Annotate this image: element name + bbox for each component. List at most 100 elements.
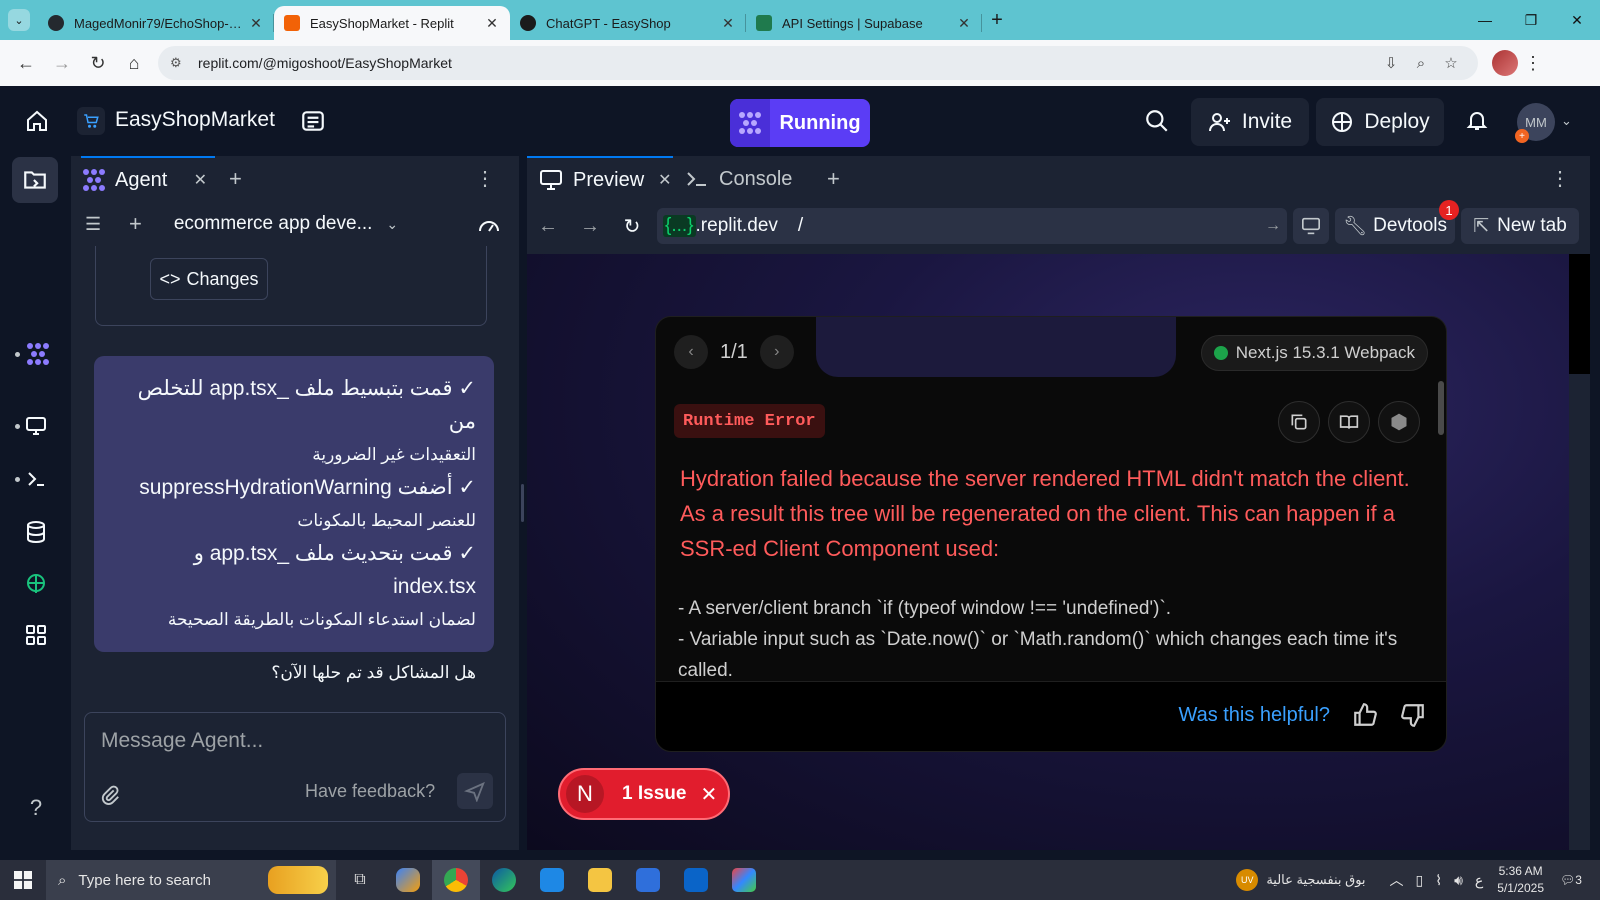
scrollbar-thumb[interactable] [1569,254,1590,374]
close-icon[interactable]: ✕ [700,782,717,807]
panel-resize-handle[interactable] [521,484,524,522]
docs-book-icon[interactable] [1328,401,1370,443]
m365-icon[interactable] [720,860,768,900]
new-thread-button[interactable]: + [129,211,142,237]
devtools-button[interactable]: 🔧︎ Devtools 1 [1335,200,1459,244]
chevron-right-icon[interactable]: › [759,335,794,369]
close-window-icon[interactable]: ✕ [1554,0,1600,40]
shell-icon[interactable] [20,463,52,495]
forward-icon[interactable]: → [569,215,611,238]
chevron-down-icon[interactable]: ⌄ [386,216,398,233]
address-bar[interactable]: ⚙ replit.com/@migoshoot/EasyShopMarket ⇩… [158,46,1478,80]
device-icon[interactable]: ▯ [1416,872,1424,889]
new-tab-button[interactable]: + [982,9,1012,32]
thread-list-icon[interactable]: ☰ [85,214,107,235]
ime-indicator[interactable]: ع [1475,872,1483,889]
close-icon[interactable]: ✕ [956,15,972,32]
store-icon[interactable] [624,860,672,900]
notifications-icon[interactable]: 💬︎3 [1560,873,1590,887]
thumbs-up-icon[interactable] [1352,702,1378,728]
install-app-icon[interactable]: ⇩ [1376,54,1406,72]
copilot-icon[interactable] [384,860,432,900]
volume-icon[interactable]: 🔊︎ [1454,872,1463,889]
thumbs-down-icon[interactable] [1400,702,1426,728]
browser-tab-chatgpt[interactable]: ChatGPT - EasyShop ✕ [510,6,746,40]
chevron-up-icon[interactable]: ︿ [1390,870,1404,890]
browser-tab-replit[interactable]: EasyShopMarket - Replit ✕ [274,6,510,40]
close-icon[interactable]: ✕ [720,15,736,32]
home-icon[interactable] [22,106,52,136]
nodejs-icon[interactable] [1378,401,1420,443]
clock[interactable]: 5:36 AM 5/1/2025 [1497,863,1544,897]
tab-search-button[interactable]: ⌄ [0,0,38,40]
nextjs-version-badge[interactable]: Next.js 15.3.1 Webpack [1200,335,1428,371]
paperclip-icon[interactable] [99,783,121,807]
project-name[interactable]: EasyShopMarket [115,108,275,132]
files-icon[interactable] [12,157,58,203]
edge-icon[interactable] [480,860,528,900]
forward-icon[interactable]: → [44,45,80,81]
open-new-tab-button[interactable]: ⇱ New tab [1461,208,1579,244]
message-input[interactable]: Message Agent... [101,729,263,753]
bell-icon[interactable] [1465,108,1491,134]
thread-title[interactable]: ecommerce app deve... [174,213,373,235]
deploy-button[interactable]: Deploy [1316,98,1444,146]
overlay-scrollbar[interactable] [1438,381,1444,435]
help-icon[interactable]: ? [20,792,52,824]
add-tab-button[interactable]: + [229,166,242,192]
chevron-down-icon[interactable]: ⌄ [1561,113,1572,129]
back-icon[interactable]: ← [527,215,569,238]
weather-text[interactable]: بوق بنفسجية عالية [1266,872,1365,888]
browser-menu-icon[interactable]: ⋮ [1518,53,1548,74]
minimize-icon[interactable]: — [1462,0,1508,40]
search-icon[interactable] [1144,108,1172,136]
message-composer[interactable]: Message Agent... Have feedback? [84,712,506,822]
browser-tab-github[interactable]: MagedMonir79/EchoShop-eg: I ✕ [38,6,274,40]
taskbar-search[interactable]: ⌕ Type here to search [46,860,336,900]
close-icon[interactable]: ✕ [484,15,500,32]
preview-rail-icon[interactable] [20,410,52,442]
close-icon[interactable]: ✕ [248,15,264,32]
tab-console[interactable]: Console [673,156,813,202]
gauge-icon[interactable] [477,213,501,235]
vscode-icon[interactable] [528,860,576,900]
tab-agent[interactable]: Agent ✕ [81,156,215,202]
go-arrow-icon[interactable]: → [1265,217,1281,235]
close-icon[interactable]: ✕ [658,170,671,190]
zoom-icon[interactable]: ⌕ [1406,55,1436,72]
reload-icon[interactable]: ↻ [80,45,116,81]
add-tab-button[interactable]: + [827,166,840,192]
user-avatar[interactable]: MM + [1515,103,1555,143]
run-button[interactable]: Running [730,99,870,147]
outlook-icon[interactable] [672,860,720,900]
task-view-icon[interactable]: ⧉ [336,860,384,900]
chevron-left-icon[interactable]: ‹ [674,335,708,369]
copy-icon[interactable] [1278,401,1320,443]
home-icon[interactable]: ⌂ [116,45,152,81]
back-icon[interactable]: ← [8,45,44,81]
site-info-icon[interactable]: ⚙ [170,55,188,71]
agent-rail-icon[interactable] [22,338,54,370]
invite-button[interactable]: Invite [1191,98,1309,146]
tab-preview[interactable]: Preview ✕ [527,156,673,202]
agent-chat-log[interactable]: <> Changes ✓ قمت بتبسيط ملف _app.tsx للت… [71,246,519,706]
browser-tab-supabase[interactable]: API Settings | Supabase ✕ [746,6,982,40]
preview-url-bar[interactable]: {...} .replit.dev / → [657,208,1287,244]
send-button[interactable] [457,773,493,809]
weather-uv-icon[interactable]: UV [1236,869,1259,891]
wifi-icon[interactable]: ⌇ [1435,872,1442,889]
project-menu-icon[interactable] [300,108,326,134]
changes-button[interactable]: <> Changes [150,258,268,300]
browser-profile-avatar[interactable] [1492,50,1518,76]
deployments-icon[interactable] [20,568,52,600]
feedback-link[interactable]: Have feedback? [305,781,435,802]
reload-icon[interactable]: ↻ [611,214,653,239]
url-path[interactable]: / [798,215,803,237]
bookmark-star-icon[interactable]: ☆ [1436,54,1466,72]
chrome-icon[interactable] [432,860,480,900]
file-explorer-icon[interactable] [576,860,624,900]
all-tools-icon[interactable] [20,619,52,651]
more-options-icon[interactable]: ⋮ [475,166,495,191]
screen-size-icon[interactable] [1293,208,1329,244]
address-url[interactable]: replit.com/@migoshoot/EasyShopMarket [198,55,1376,71]
